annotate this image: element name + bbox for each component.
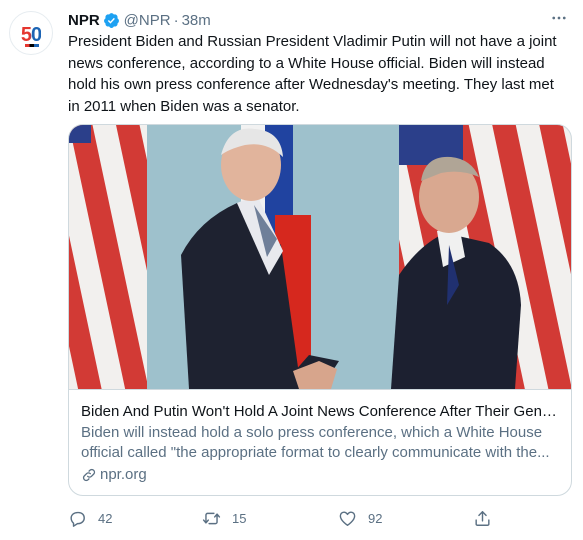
reply-icon (70, 511, 85, 527)
card-domain-text: npr.org (100, 466, 147, 483)
link-preview-card[interactable]: Biden And Putin Won't Hold A Joint News … (68, 124, 572, 496)
action-bar: 42 15 92 (68, 509, 498, 531)
share-icon (475, 511, 490, 526)
card-body[interactable]: Biden And Putin Won't Hold A Joint News … (69, 389, 571, 495)
heart-icon (339, 511, 356, 526)
retweet-icon (202, 512, 221, 525)
share-button[interactable] (473, 509, 492, 528)
card-title[interactable]: Biden And Putin Won't Hold A Joint News … (81, 402, 559, 422)
author-handle[interactable]: @NPR (124, 12, 171, 29)
card-description: Biden will instead hold a solo press con… (81, 424, 550, 461)
avatar[interactable]: 50 (9, 11, 53, 55)
avatar-logo-bar (25, 44, 39, 47)
retweet-count: 15 (232, 511, 247, 526)
like-button[interactable]: 92 (338, 509, 382, 528)
link-icon (82, 468, 96, 482)
tweet-header: NPR @NPR · 38m (68, 10, 211, 30)
verified-badge-icon (103, 12, 119, 28)
card-photo[interactable] (69, 125, 571, 389)
more-dots-icon (552, 16, 566, 20)
reply-button[interactable]: 42 (68, 509, 112, 528)
like-count: 92 (368, 511, 383, 526)
separator-dot: · (173, 11, 179, 29)
author-name[interactable]: NPR (68, 12, 100, 29)
retweet-button[interactable]: 15 (202, 509, 246, 528)
card-domain[interactable]: npr.org (81, 465, 559, 485)
tweet-text: President Biden and Russian President Vl… (68, 33, 557, 115)
tweet-timestamp[interactable]: 38m (182, 12, 211, 29)
reply-count: 42 (98, 511, 113, 526)
more-options-icon[interactable] (549, 8, 569, 28)
